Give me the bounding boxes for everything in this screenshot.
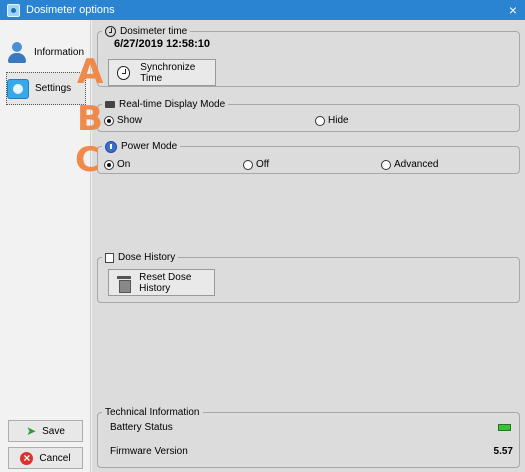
- main-panel: Dosimeter time 6/27/2019 12:58:10 Synchr…: [92, 20, 525, 472]
- title-bar: Dosimeter options ×: [0, 0, 525, 20]
- radio-label: On: [117, 159, 131, 170]
- radio-label: Hide: [328, 115, 349, 126]
- dosimeter-time-value: 6/27/2019 12:58:10: [114, 38, 211, 50]
- sidebar-item-information[interactable]: Information: [6, 36, 86, 69]
- group-legend: Dose History: [102, 251, 179, 264]
- firmware-version-value: 5.57: [493, 446, 513, 457]
- radio-button[interactable]: [381, 159, 391, 170]
- clock-icon: [105, 26, 116, 37]
- sidebar-item-settings[interactable]: Settings: [6, 72, 86, 105]
- group-legend: Power Mode: [102, 140, 181, 153]
- technical-information-group: Technical Information Battery Status Fir…: [97, 406, 520, 468]
- dose-history-group: Dose History Reset Dose History: [97, 251, 520, 303]
- sidebar-item-label: Settings: [35, 83, 72, 94]
- annotation-letter-b: B: [77, 99, 103, 139]
- group-legend: Technical Information: [102, 406, 203, 419]
- radio-button[interactable]: [315, 115, 325, 126]
- user-icon: [6, 41, 28, 65]
- battery-status-label: Battery Status: [110, 422, 173, 433]
- annotation-letter-a: A: [77, 52, 104, 92]
- cancel-label: Cancel: [39, 452, 71, 464]
- arrow-right-icon: ➤: [26, 424, 37, 438]
- dosimeter-time-group: Dosimeter time 6/27/2019 12:58:10 Synchr…: [97, 25, 520, 87]
- reset-dose-history-button[interactable]: Reset Dose History: [108, 269, 215, 296]
- save-label: Save: [42, 425, 65, 437]
- radio-hide[interactable]: Hide: [315, 115, 349, 126]
- window-title: Dosimeter options: [26, 4, 115, 16]
- radio-show[interactable]: Show: [104, 115, 142, 126]
- group-title: Real-time Display Mode: [119, 99, 226, 110]
- document-icon: [105, 252, 114, 263]
- save-button[interactable]: ➤ Save: [8, 420, 83, 442]
- radio-label: Advanced: [394, 159, 439, 170]
- trash-icon: [117, 275, 132, 293]
- battery-icon: [498, 424, 511, 431]
- synchronize-time-button[interactable]: Synchronize Time: [108, 59, 216, 86]
- radio-button[interactable]: [104, 115, 114, 126]
- radio-button[interactable]: [243, 159, 253, 170]
- monitor-icon: [105, 101, 115, 108]
- radio-label: Off: [256, 159, 270, 170]
- app-icon: [7, 3, 20, 17]
- realtime-display-group: Real-time Display Mode Show Hide: [97, 98, 520, 132]
- group-title: Technical Information: [105, 407, 200, 418]
- settings-icon: [7, 78, 29, 99]
- group-legend: Dosimeter time: [102, 25, 191, 38]
- annotation-letter-c: C: [75, 140, 100, 180]
- radio-power-advanced[interactable]: Advanced: [381, 159, 438, 170]
- close-icon[interactable]: ×: [509, 1, 517, 19]
- radio-label: Show: [117, 115, 143, 126]
- cancel-button[interactable]: × Cancel: [8, 447, 83, 469]
- group-legend: Real-time Display Mode: [102, 98, 229, 111]
- button-label: Synchronize Time: [140, 61, 196, 84]
- clock-icon: [117, 65, 131, 80]
- cancel-icon: ×: [20, 451, 34, 465]
- power-icon: [105, 140, 117, 153]
- power-mode-group: Power Mode On Off Advanced: [97, 140, 520, 174]
- radio-power-off[interactable]: Off: [243, 159, 269, 170]
- radio-button[interactable]: [104, 159, 114, 170]
- group-title: Dose History: [118, 252, 176, 263]
- group-title: Power Mode: [121, 141, 178, 152]
- firmware-version-label: Firmware Version: [110, 446, 188, 457]
- button-label: Reset Dose History: [139, 271, 192, 294]
- radio-power-on[interactable]: On: [104, 159, 130, 170]
- group-title: Dosimeter time: [120, 26, 188, 37]
